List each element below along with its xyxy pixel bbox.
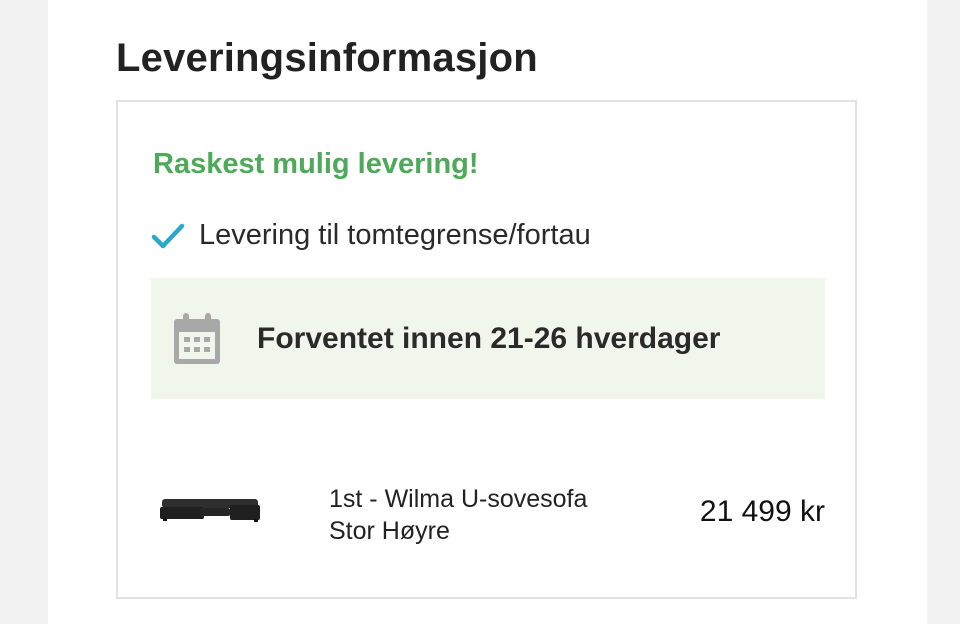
delivery-feature: Levering til tomtegrense/fortau bbox=[151, 219, 591, 252]
delivery-card: Raskest mulig levering! Levering til tom… bbox=[116, 100, 857, 599]
section-title: Leveringsinformasjon bbox=[116, 36, 538, 80]
fast-delivery-label: Raskest mulig levering! bbox=[153, 148, 479, 180]
delivery-eta-text: Forventet innen 21-26 hverdager bbox=[257, 321, 721, 355]
delivery-feature-text: Levering til tomtegrense/fortau bbox=[199, 219, 591, 251]
delivery-eta-box: Forventet innen 21-26 hverdager bbox=[151, 278, 825, 399]
product-price: 21 499 kr bbox=[699, 495, 825, 528]
checkmark-icon bbox=[151, 221, 185, 251]
product-row: 1st - Wilma U-sovesofa Stor Høyre 21 499… bbox=[118, 477, 859, 547]
calendar-icon bbox=[172, 311, 222, 367]
page: Leveringsinformasjon Raskest mulig lever… bbox=[48, 0, 927, 624]
product-name: 1st - Wilma U-sovesofa Stor Høyre bbox=[329, 485, 588, 545]
sofa-image bbox=[160, 497, 262, 525]
